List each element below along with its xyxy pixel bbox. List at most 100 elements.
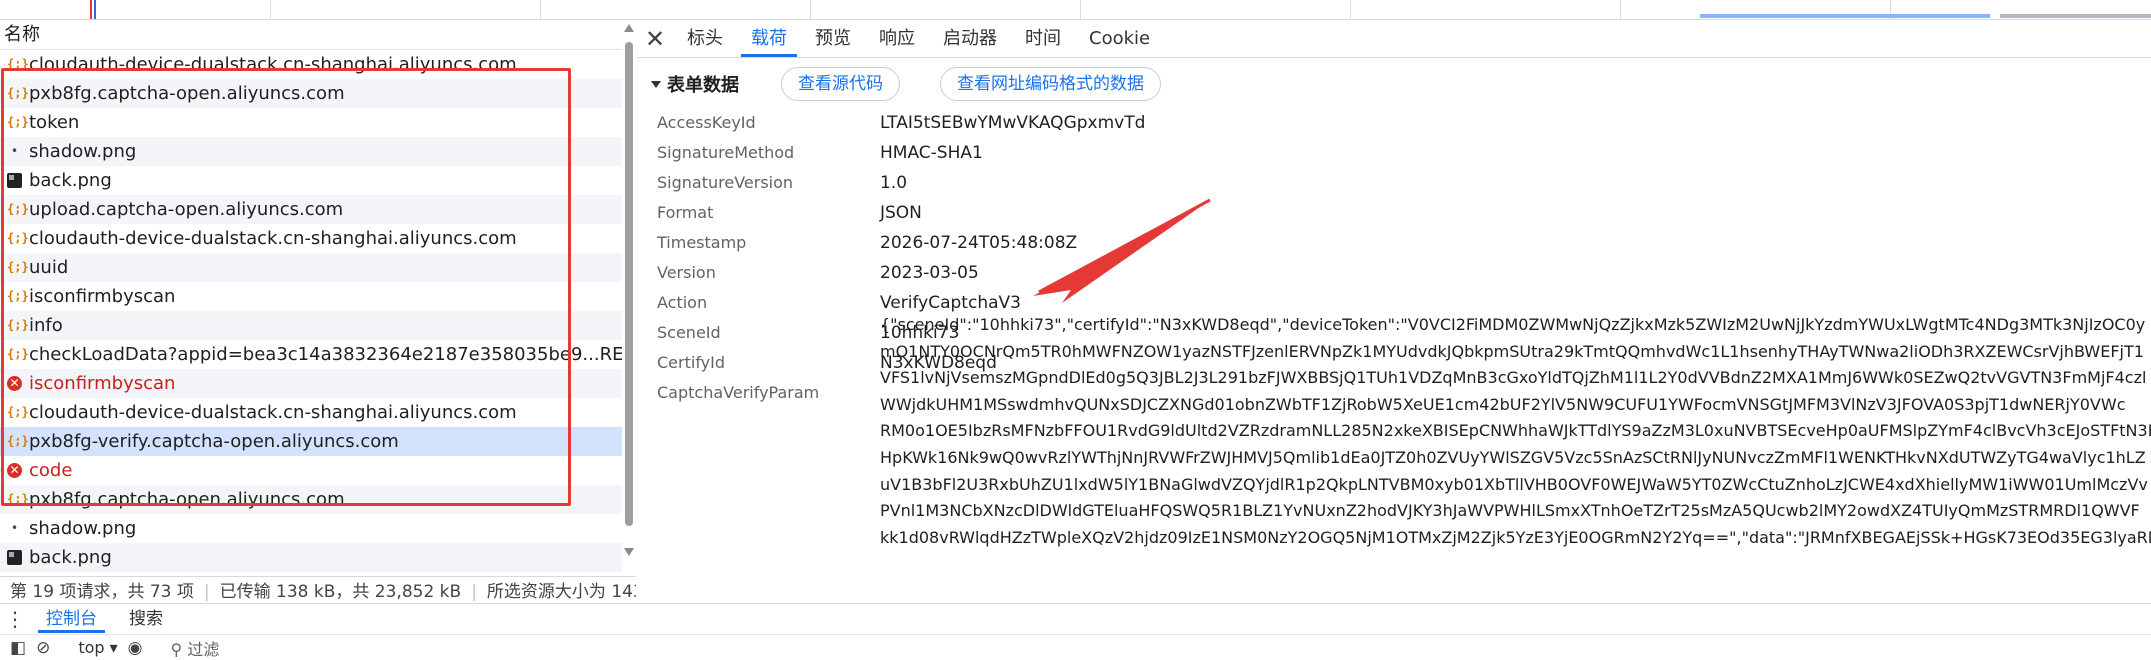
request-row[interactable]: {;} pxb8fg-verify.captcha-open.aliyuncs.c… [0,427,622,456]
request-row[interactable]: {;} checkLoadData?appid=bea3c14a3832364e2… [0,340,622,369]
xhr-icon: {;} [7,57,29,71]
request-row[interactable]: {;} upload.captcha-open.aliyuncs.com [0,195,622,224]
detail-tab[interactable]: 标头 [673,20,737,57]
request-row[interactable]: ✕ isconfirmbyscan [0,369,622,398]
request-row[interactable]: • shadow.png [0,514,622,543]
captcha-param-line[interactable]: HpKWk16Nk9wQ0wvRzlYWThjNnJRVWFrZWJHMVJ5Q… [880,445,2151,472]
request-name: token [29,112,80,133]
captcha-param-line[interactable]: PVnl1M3NCbXNzcDlDWldGTEluaHFQSWQ5R1BLZ1Y… [880,498,2151,525]
xhr-icon: {;} [7,289,29,303]
captcha-param-line[interactable]: VFS1lvNjVsemszMGpndDlEd0g5Q3JBL2J3L291bz… [880,365,2151,392]
console-toolbar: ◧ ⊘ top ▾ ◉ ⚲ 过滤 [0,634,2151,660]
xhr-icon: {;} [7,434,29,448]
captcha-param-line[interactable]: uV1B3bFl2U3RxbUhZU1lxdW5lY1BNaGlwdVZQYjd… [880,472,2151,499]
form-field-value[interactable]: 2023-03-05 [880,258,979,288]
form-field-value[interactable]: JSON [880,198,922,228]
form-field-key: CertifyId [657,353,726,372]
request-list-scrollbar[interactable] [622,20,636,576]
dot-icon: • [10,521,19,535]
form-field-key: CaptchaVerifyParam [657,383,820,402]
request-name: cloudauth-device-dualstack.cn-shanghai.a… [29,402,517,423]
close-icon[interactable]: ✕ [637,20,673,57]
request-row[interactable]: back.png [0,543,622,572]
request-name: pxb8fg.captcha-open.aliyuncs.com [29,83,345,104]
request-name: upload.captcha-open.aliyuncs.com [29,199,344,220]
request-row[interactable]: {;} cloudauth-device-dualstack.cn-shangha… [0,398,622,427]
scroll-down-arrow-icon[interactable] [624,548,634,556]
xhr-icon: {;} [7,318,29,332]
request-name: back.png [29,547,112,568]
more-options-icon[interactable]: ⋮ [0,604,30,633]
scroll-thumb[interactable] [625,42,633,526]
form-field-key: Timestamp [657,233,747,252]
request-row[interactable]: {;} isconfirmbyscan [0,282,622,311]
form-field-value[interactable]: 1.0 [880,168,907,198]
drawer-tab[interactable]: 搜索 [113,604,179,633]
clear-console-icon[interactable]: ⊘ [36,638,50,658]
request-row[interactable]: • shadow.png [0,137,622,166]
scroll-up-arrow-icon[interactable] [624,24,634,32]
error-icon: ✕ [7,376,22,391]
eye-icon[interactable]: ◉ [128,638,143,658]
form-field-value[interactable]: HMAC-SHA1 [880,138,983,168]
request-row[interactable]: ✕ code [0,456,622,485]
request-row[interactable]: {;} pxb8fg.captcha-open.aliyuncs.com [0,79,622,108]
captcha-param-line[interactable]: mQ1NTY0OCNrQm5TR0hMWFNZOW1yazNSTFJzenlER… [880,339,2151,366]
request-name: isconfirmbyscan [29,373,176,394]
detail-tab[interactable]: 启动器 [929,20,1011,57]
detail-tab-bar: ✕ 标头 载荷 预览 响应 启动器 时间 Cookie [637,20,2151,58]
request-name: code [29,460,73,481]
timeline-tick [1080,0,1081,19]
collapse-triangle-icon[interactable] [651,80,661,88]
xhr-icon: {;} [7,347,29,361]
request-row[interactable]: {;} cloudauth-device-dualstack.cn-shangha… [0,50,622,79]
form-field-row: SignatureMethod HMAC-SHA1 [637,138,2151,168]
request-row[interactable]: {;} uuid [0,253,622,282]
form-field-row: Format JSON [637,198,2151,228]
detail-tab[interactable]: 预览 [801,20,865,57]
request-name: shadow.png [29,141,137,162]
xhr-icon: {;} [7,405,29,419]
captcha-param-line[interactable]: RM0o1OE5IbzRsMFNzbFFOU1RvdG9ldUltd2VZRzd… [880,418,2151,445]
column-header-name[interactable]: 名称 [0,20,635,50]
timeline-tick [1350,0,1351,19]
captcha-param-line[interactable]: kk1d08vRWlqdHZzTWpleXQzV2hjdz09IzE1NSM0N… [880,525,2151,552]
context-selector[interactable]: top ▾ [78,638,117,657]
timeline-tick [270,0,271,19]
captcha-param-line[interactable]: {"sceneId":"10hhki73","certifyId":"N3xKW… [880,312,2151,339]
network-status-bar: 第 19 项请求，共 73 项 | 已传输 138 kB，共 23,852 kB | 所… [0,576,636,606]
detail-tab[interactable]: Cookie [1075,20,1164,57]
form-field-key: SignatureMethod [657,143,795,162]
captcha-verify-param-value: {"sceneId":"10hhki73","certifyId":"N3xKW… [880,312,2151,551]
network-timeline-overview[interactable] [0,0,2151,20]
form-data-title[interactable]: 表单数据 [667,71,739,97]
request-row[interactable]: {;} cloudauth-device-dualstack.cn-shangha… [0,224,622,253]
detail-tab[interactable]: 时间 [1011,20,1075,57]
filter-input[interactable]: ⚲ 过滤 [171,636,220,660]
view-url-encoded-button[interactable]: 查看网址编码格式的数据 [940,67,1161,101]
drawer-tab-bar: ⋮ 控制台 搜索 [0,603,2151,633]
xhr-icon: {;} [7,260,29,274]
form-field-value[interactable]: LTAI5tSEBwYMwVKAQGpxmvTd [880,108,1145,138]
form-field-key: Version [657,263,716,282]
request-detail-pane: ✕ 标头 载荷 预览 响应 启动器 时间 Cookie 表单数据 查看源代码 查看网址编码格… [637,20,2151,598]
xhr-icon: {;} [7,231,29,245]
request-row[interactable]: {;} pxb8fg.captcha-open.aliyuncs.com [0,485,622,514]
view-source-button[interactable]: 查看源代码 [781,67,900,101]
request-row[interactable]: back.png [0,166,622,195]
captcha-param-line[interactable]: WWjdkUHM1MSswdmhvQUNxSDJCZXNGd01obnZWbTF… [880,392,2151,419]
sidebar-toggle-icon[interactable]: ◧ [10,638,26,658]
request-name: cloudauth-device-dualstack.cn-shanghai.a… [29,54,517,75]
detail-tab[interactable]: 载荷 [737,20,801,57]
detail-tab[interactable]: 响应 [865,20,929,57]
drawer-tab[interactable]: 控制台 [30,604,113,633]
timeline-tick [1620,0,1621,19]
form-field-key: AccessKeyId [657,113,756,132]
xhr-icon: {;} [7,492,29,506]
request-row[interactable]: {;} token [0,108,622,137]
context-label: top [78,638,105,657]
form-field-value[interactable]: 2026-07-24T05:48:08Z [880,228,1077,258]
request-row[interactable]: {;} info [0,311,622,340]
request-list-pane: 名称 {;} cloudauth-device-dualstack.cn-shan… [0,20,636,606]
request-list: {;} cloudauth-device-dualstack.cn-shangha… [0,50,622,576]
